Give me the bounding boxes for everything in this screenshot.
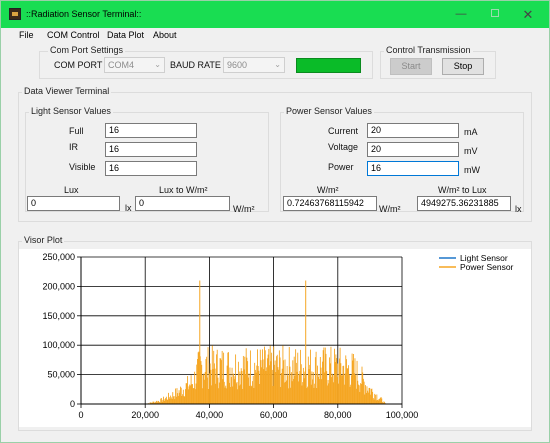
maximize-icon (491, 9, 499, 17)
lux-field[interactable]: 0 (27, 196, 120, 211)
visor-plot-chart: 0 50,000 100,000 150,000 200,000 250,000 0 20,0… (19, 249, 531, 427)
y-tick-label: 150,000 (42, 311, 75, 321)
minimize-button[interactable]: — (444, 5, 478, 24)
lux-unit: lx (125, 203, 132, 213)
light-sensor-title: Light Sensor Values (29, 106, 113, 116)
x-tick-label: 40,000 (196, 410, 224, 420)
wm2-to-lux-field[interactable]: 4949275.36231885 (417, 196, 511, 211)
baud-rate-select[interactable]: 9600 ⌄ (223, 57, 285, 73)
wm2-to-lux-unit: lx (515, 204, 522, 214)
control-transmission-title: Control Transmission (384, 45, 473, 55)
maximize-button[interactable] (478, 5, 512, 24)
lux-label: Lux (64, 185, 79, 195)
wm2-to-lux-label: W/m² to Lux (438, 185, 487, 195)
menu-data-plot[interactable]: Data Plot (107, 30, 144, 40)
lux-to-wm2-unit: W/m² (233, 204, 255, 214)
wm2-unit: W/m² (379, 204, 401, 214)
chevron-down-icon: ⌄ (154, 60, 161, 69)
y-tick-label: 0 (70, 399, 75, 409)
baud-rate-value: 9600 (227, 60, 248, 70)
y-tick-label: 100,000 (42, 340, 75, 350)
com-port-settings-title: Com Port Settings (48, 45, 126, 55)
voltage-field[interactable]: 20 (367, 142, 459, 157)
legend-entry: Power Sensor (460, 262, 514, 272)
window-title: ::Radiation Sensor Terminal:: (26, 9, 142, 19)
x-tick-label: 20,000 (131, 410, 159, 420)
app-icon (9, 8, 21, 20)
app-window: ::Radiation Sensor Terminal:: — ✕ File C… (0, 0, 550, 443)
current-unit: mA (464, 127, 478, 137)
x-tick-label: 80,000 (324, 410, 352, 420)
current-field[interactable]: 20 (367, 123, 459, 138)
menu-bar: File COM Control Data Plot About (1, 28, 549, 44)
y-tick-label: 250,000 (42, 252, 75, 262)
com-port-select[interactable]: COM4 ⌄ (104, 57, 165, 73)
y-tick-label: 200,000 (42, 281, 75, 291)
visor-plot-title: Visor Plot (22, 235, 65, 245)
menu-com-control[interactable]: COM Control (47, 30, 100, 40)
visible-label: Visible (69, 162, 96, 172)
wm2-field[interactable]: 0.72463768115942 (283, 196, 377, 211)
current-label: Current (328, 126, 359, 136)
x-tick-label: 60,000 (260, 410, 288, 420)
ir-label: IR (69, 142, 78, 152)
baud-rate-label: BAUD RATE (170, 60, 221, 70)
chevron-down-icon: ⌄ (274, 60, 281, 69)
full-label: Full (69, 126, 84, 136)
power-field[interactable]: 16 (367, 161, 459, 176)
power-label: Power (328, 162, 354, 172)
stop-button[interactable]: Stop (442, 58, 484, 75)
title-bar[interactable]: ::Radiation Sensor Terminal:: — ✕ (1, 1, 549, 28)
full-field[interactable]: 16 (105, 123, 197, 138)
close-button[interactable]: ✕ (511, 5, 545, 24)
wm2-label: W/m² (317, 185, 339, 195)
lux-to-wm2-field[interactable]: 0 (135, 196, 230, 211)
ir-field[interactable]: 16 (105, 142, 197, 157)
x-tick-label: 0 (78, 410, 83, 420)
power-sensor-title: Power Sensor Values (284, 106, 374, 116)
connection-status-indicator (296, 58, 361, 73)
visible-field[interactable]: 16 (105, 161, 197, 176)
y-tick-label: 50,000 (47, 370, 75, 380)
lux-to-wm2-label: Lux to W/m² (159, 185, 208, 195)
com-port-label: COM PORT (54, 60, 103, 70)
start-button[interactable]: Start (390, 58, 432, 75)
data-viewer-title: Data Viewer Terminal (22, 86, 112, 96)
voltage-unit: mV (464, 146, 478, 156)
menu-about[interactable]: About (153, 30, 177, 40)
power-unit: mW (464, 165, 480, 175)
com-port-value: COM4 (108, 60, 135, 70)
voltage-label: Voltage (328, 142, 359, 152)
x-tick-label: 100,000 (386, 410, 419, 420)
menu-file[interactable]: File (19, 30, 34, 40)
